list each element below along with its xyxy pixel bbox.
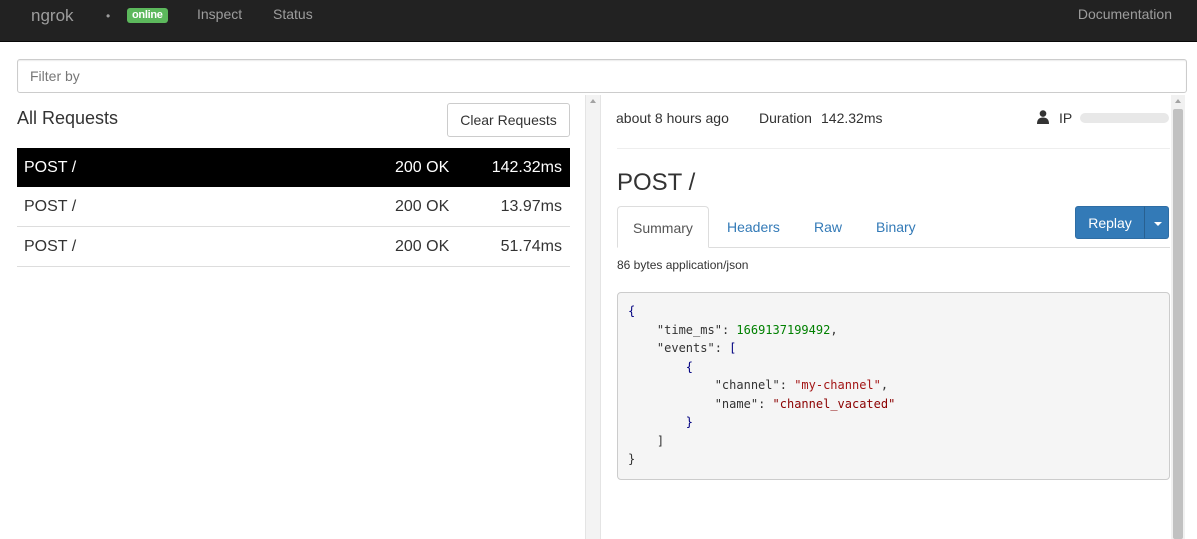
clear-requests-button[interactable]: Clear Requests <box>447 103 570 137</box>
request-detail-title: POST / <box>617 169 696 196</box>
caret-down-icon <box>1154 222 1162 226</box>
json-key: "events" <box>656 341 715 355</box>
nav-status-link[interactable]: Status <box>273 6 313 22</box>
duration-value: 142.32ms <box>821 110 883 126</box>
user-icon <box>1037 110 1049 124</box>
json-punctuation: ] <box>656 433 665 448</box>
json-key: "channel" <box>714 378 780 392</box>
json-key: "time_ms" <box>656 322 722 337</box>
request-method-path: POST / <box>24 159 77 176</box>
tab-headers[interactable]: Headers <box>712 206 795 248</box>
request-duration: 142.32ms <box>491 159 562 176</box>
request-list: POST / 200 OK 142.32ms POST / 200 OK 13.… <box>17 148 570 267</box>
nav-inspect-link[interactable]: Inspect <box>197 6 242 22</box>
top-navbar: ngrok • online Inspect Status Documentat… <box>0 0 1197 42</box>
request-row-selected[interactable]: POST / 200 OK 142.32ms <box>17 148 570 187</box>
brand-logo[interactable]: ngrok <box>31 6 74 26</box>
status-badge: online <box>127 8 168 23</box>
json-body-view: { "time_ms": 1669137199492, "events": [ … <box>617 292 1170 480</box>
request-status: 200 OK <box>395 159 450 176</box>
json-number: 1669137199492 <box>736 322 831 337</box>
scroll-up-arrow-icon[interactable] <box>590 99 596 103</box>
scroll-up-arrow-icon[interactable] <box>1175 99 1181 103</box>
request-duration: 13.97ms <box>500 198 562 215</box>
json-punctuation: { <box>685 359 694 374</box>
tab-binary[interactable]: Binary <box>861 206 931 248</box>
request-status: 200 OK <box>395 238 450 255</box>
tab-summary[interactable]: Summary <box>617 206 709 248</box>
request-row[interactable]: POST / 200 OK 13.97ms <box>17 187 570 227</box>
json-key: "name" <box>714 396 759 411</box>
request-time-ago: about 8 hours ago <box>616 110 729 126</box>
json-string: "channel_vacated" <box>772 396 896 411</box>
replay-options-button[interactable] <box>1144 206 1169 239</box>
duration-label: Duration <box>759 110 812 126</box>
status-dot: • <box>106 9 111 23</box>
request-duration: 51.74ms <box>500 238 562 255</box>
content-info: 86 bytes application/json <box>617 258 749 272</box>
nav-documentation-link[interactable]: Documentation <box>1078 6 1172 22</box>
tab-raw[interactable]: Raw <box>799 206 857 248</box>
request-status: 200 OK <box>395 198 450 215</box>
json-punctuation: } <box>628 452 636 466</box>
ip-label: IP <box>1059 110 1073 126</box>
request-method-path: POST / <box>24 238 77 255</box>
right-pane-scrollbar[interactable] <box>1171 95 1185 539</box>
json-string: "my-channel" <box>794 378 881 392</box>
requests-title: All Requests <box>17 108 119 128</box>
json-punctuation: [ <box>729 341 737 355</box>
detail-divider <box>617 148 1170 149</box>
left-pane-scrollbar[interactable] <box>585 95 601 539</box>
filter-input[interactable] <box>17 59 1187 93</box>
json-punctuation: { <box>628 304 636 318</box>
ip-address-redacted <box>1080 113 1169 123</box>
request-method-path: POST / <box>24 198 77 215</box>
replay-button[interactable]: Replay <box>1075 206 1145 239</box>
scrollbar-thumb[interactable] <box>1173 109 1183 539</box>
json-punctuation: } <box>685 415 694 429</box>
request-row[interactable]: POST / 200 OK 51.74ms <box>17 227 570 267</box>
